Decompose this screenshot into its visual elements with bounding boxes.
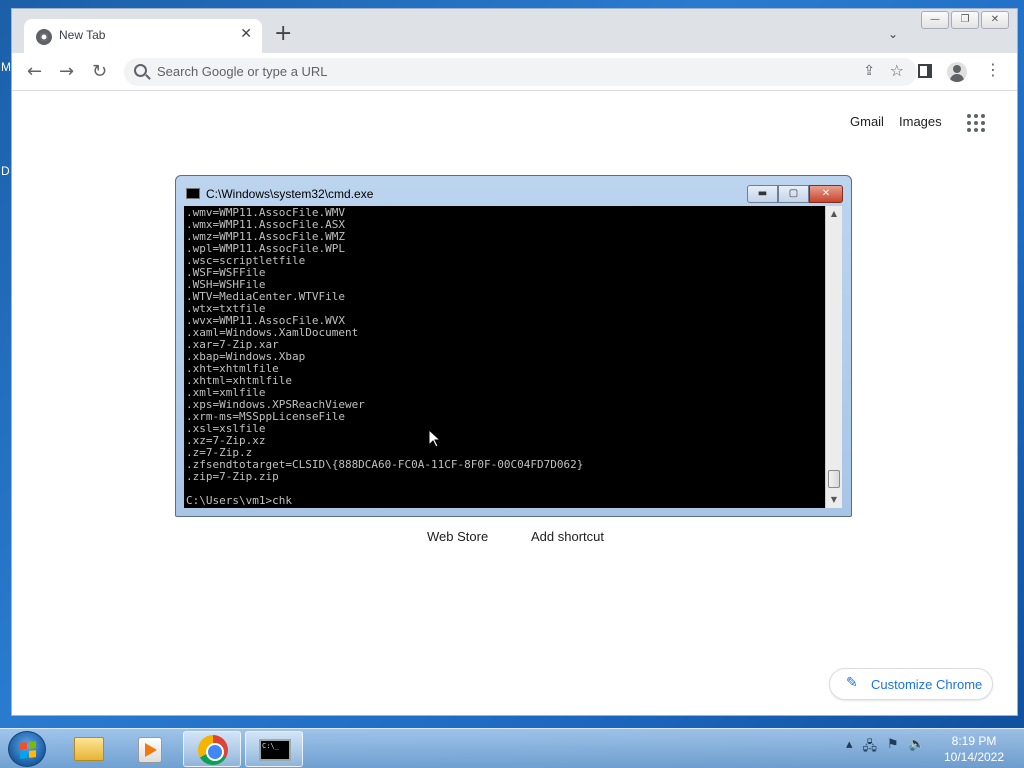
tab-close-icon[interactable]: ✕ — [240, 26, 252, 42]
cmd-title: C:\Windows\system32\cmd.exe — [206, 187, 374, 201]
console-line: .WTV=MediaCenter.WTVFile — [186, 290, 345, 303]
console-line: .WSF=WSFFile — [186, 266, 266, 279]
console-line: .xsl=xslfile — [186, 422, 266, 435]
images-link[interactable]: Images — [899, 114, 942, 129]
console-line: .xbap=Windows.Xbap — [186, 350, 306, 363]
desktop-edge-letter: D — [1, 164, 10, 178]
address-placeholder: Search Google or type a URL — [157, 64, 328, 79]
console-line: .wsc=scriptletfile — [186, 254, 306, 267]
tab-strip: New Tab ✕ + ⌄ — ❐ ✕ — [12, 9, 1017, 53]
pencil-icon: ✎ — [846, 675, 858, 691]
cmd-window[interactable]: C:\Windows\system32\cmd.exe ▬ ▢ ✕ .wmv=W… — [175, 175, 852, 517]
clock-date: 10/14/2022 — [943, 750, 1005, 764]
browser-toolbar: ← → ↻ Search Google or type a URL ⇪ ☆ ⋮ — [12, 53, 1017, 91]
customize-chrome-label: Customize Chrome — [871, 677, 983, 692]
console-line: .xaml=Windows.XamlDocument — [186, 326, 359, 339]
window-controls: — ❐ ✕ — [921, 11, 1009, 29]
shortcut-add[interactable]: Add shortcut — [531, 529, 604, 544]
cmd-window-controls: ▬ ▢ ✕ — [747, 185, 843, 203]
taskbar-explorer[interactable] — [60, 731, 118, 767]
cmd-scrollbar[interactable]: ▲ ▼ — [825, 206, 842, 508]
cmd-titlebar[interactable]: C:\Windows\system32\cmd.exe ▬ ▢ ✕ — [176, 176, 851, 206]
taskbar-cmd[interactable]: C:\_ — [245, 731, 303, 767]
scroll-thumb[interactable] — [828, 470, 840, 488]
chrome-icon — [198, 735, 228, 765]
scroll-down-arrow-icon[interactable]: ▼ — [826, 492, 842, 508]
back-arrow-icon[interactable]: ← — [27, 61, 42, 82]
cmd-window-icon — [186, 188, 200, 199]
tab-title: New Tab — [59, 28, 106, 42]
scroll-up-arrow-icon[interactable]: ▲ — [826, 206, 842, 222]
console-output[interactable]: .wmv=WMP11.AssocFile.WMV .wmx=WMP11.Asso… — [184, 206, 825, 508]
minimize-button[interactable]: — — [921, 11, 949, 29]
media-player-icon — [138, 737, 162, 763]
address-bar[interactable]: Search Google or type a URL ⇪ ☆ — [124, 58, 917, 86]
start-button[interactable] — [8, 731, 46, 767]
console-line: .zfsendtotarget=CLSID\{888DCA60-FC0A-11C… — [186, 458, 584, 471]
share-icon[interactable]: ⇪ — [863, 63, 875, 79]
apps-grid-icon[interactable] — [967, 114, 985, 132]
console-line: .xhtml=xhtmlfile — [186, 374, 292, 387]
cmd-close-button[interactable]: ✕ — [809, 185, 843, 203]
new-tab-button[interactable]: + — [274, 23, 292, 45]
close-button[interactable]: ✕ — [981, 11, 1009, 29]
gmail-link[interactable]: Gmail — [850, 114, 884, 129]
reload-icon[interactable]: ↻ — [92, 61, 107, 82]
chrome-favicon-icon — [36, 29, 52, 45]
system-tray: ▴ 🖧 ⚑ 🔈 — [846, 737, 925, 759]
console-line: .zip=7-Zip.zip — [186, 470, 279, 483]
desktop-edge-letter: M — [1, 60, 11, 74]
console-line: .xz=7-Zip.xz — [186, 434, 266, 447]
windows-logo-icon — [20, 741, 36, 759]
shortcut-web-store[interactable]: Web Store — [427, 529, 488, 544]
console-line: .xrm-ms=MSSppLicenseFile — [186, 410, 345, 423]
menu-kebab-icon[interactable]: ⋮ — [985, 60, 1001, 79]
tray-expand-icon[interactable]: ▴ — [846, 737, 853, 759]
console-prompt[interactable]: C:\Users\vm1>chk — [186, 495, 823, 507]
clock-time: 8:19 PM — [951, 734, 997, 748]
profile-avatar-icon[interactable] — [947, 62, 967, 82]
action-center-flag-icon[interactable]: ⚑ — [887, 737, 899, 759]
network-icon[interactable]: 🖧 — [863, 737, 878, 759]
forward-arrow-icon[interactable]: → — [59, 61, 74, 82]
customize-chrome-button[interactable]: ✎ Customize Chrome — [829, 668, 993, 700]
tab-search-chevron-icon[interactable]: ⌄ — [888, 27, 898, 41]
taskbar-chrome[interactable] — [183, 731, 241, 767]
side-panel-icon[interactable] — [918, 64, 932, 78]
tab-new-tab[interactable]: New Tab ✕ — [24, 19, 262, 53]
restore-button[interactable]: ❐ — [951, 11, 979, 29]
search-icon — [134, 64, 147, 77]
taskbar-media-player[interactable] — [121, 731, 179, 767]
cmd-minimize-button[interactable]: ▬ — [747, 185, 778, 203]
cmd-icon: C:\_ — [259, 739, 291, 761]
volume-icon[interactable]: 🔈 — [909, 737, 925, 759]
taskbar: C:\_ ▴ 🖧 ⚑ 🔈 8:19 PM 10/14/2022 — [0, 728, 1024, 768]
bookmark-star-icon[interactable]: ☆ — [890, 61, 904, 80]
clock[interactable]: 8:19 PM 10/14/2022 — [936, 733, 1012, 765]
folder-icon — [74, 737, 104, 761]
cmd-maximize-button[interactable]: ▢ — [778, 185, 809, 203]
